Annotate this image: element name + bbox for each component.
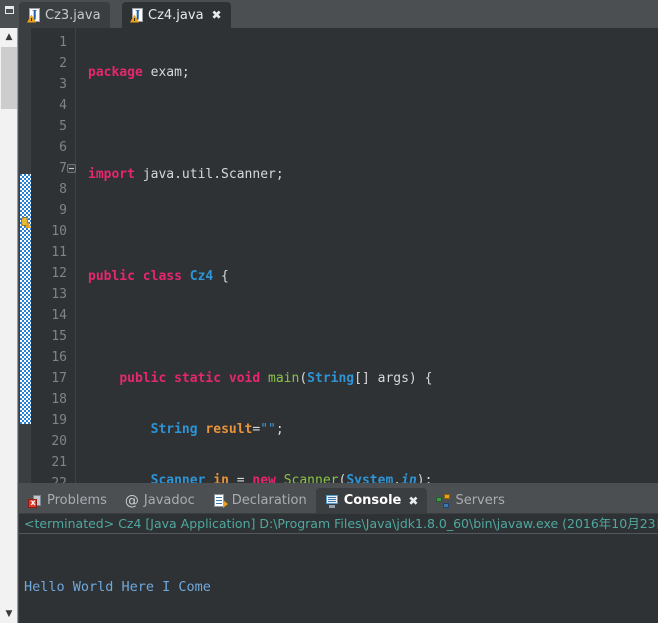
line-number: 11	[51, 245, 67, 260]
code-line-2[interactable]	[77, 113, 658, 134]
code-line-5[interactable]: public class Cz4 {	[77, 266, 658, 287]
line-number: 8	[59, 182, 67, 197]
window-vertical-scrollbar[interactable]: ▲ ▼	[0, 28, 18, 623]
scrollbar-thumb[interactable]	[1, 47, 17, 109]
editor-line-number-gutter: 1 2 3 4 5 6 7 8 9 10 11 12 13 14 15 16 1…	[31, 28, 76, 483]
bottom-view-panel: Problems @ Javadoc Declaration C	[19, 483, 658, 623]
code-line-3[interactable]: import java.util.Scanner;	[77, 164, 658, 185]
line-number: 7	[31, 158, 76, 179]
scrollbar-down-arrow[interactable]: ▼	[0, 605, 18, 623]
editor-code-area[interactable]: package exam; import java.util.Scanner; …	[77, 28, 658, 483]
console-view[interactable]: <terminated> Cz4 [Java Application] D:\P…	[19, 513, 658, 623]
servers-icon-node-2	[444, 493, 451, 499]
console-output[interactable]: Hello World Here I Come Come I Here Worl…	[19, 534, 658, 623]
java-file-icon: J	[130, 7, 143, 23]
line-number: 20	[51, 434, 67, 449]
code-editor[interactable]: 1 2 3 4 5 6 7 8 9 10 11 12 13 14 15 16 1…	[19, 28, 658, 483]
line-number: 15	[51, 329, 67, 344]
code-line-6[interactable]	[77, 317, 658, 338]
line-number: 3	[59, 77, 67, 92]
code-line-7[interactable]: public static void main(String[] args) {	[77, 368, 658, 389]
view-tab-label: Javadoc	[143, 493, 195, 508]
console-icon	[325, 494, 339, 508]
code-line-1[interactable]: package exam;	[77, 62, 658, 83]
line-number: 4	[59, 98, 67, 113]
view-tab-label: Servers	[455, 493, 505, 508]
javadoc-icon: @	[124, 492, 139, 509]
warning-marker-icon[interactable]	[20, 216, 31, 228]
console-icon-stand	[328, 504, 335, 508]
console-launch-status: <terminated> Cz4 [Java Application] D:\P…	[19, 514, 658, 534]
restore-icon-glyph	[4, 6, 14, 14]
code-line-8[interactable]: String result="";	[77, 419, 658, 440]
declaration-icon-lines	[215, 496, 222, 498]
line-number: 14	[51, 308, 67, 323]
line-number: 1	[59, 35, 67, 50]
servers-icon-node-1	[436, 496, 443, 502]
eclipse-ide-window: ▲ ▼ J Cz3.java J Cz4.java ✖ 1 2 3 4 5 6 …	[0, 0, 658, 623]
view-tab-label: Console	[343, 493, 402, 508]
code-line-9[interactable]: Scanner in = new Scanner(System.in);	[77, 470, 658, 483]
close-icon[interactable]: ✖	[212, 9, 222, 21]
editor-tab-cz3[interactable]: J Cz3.java	[19, 2, 110, 28]
line-number: 5	[59, 119, 67, 134]
changed-lines-marker	[20, 174, 31, 424]
console-icon-screen	[325, 494, 338, 504]
editor-tab-cz4[interactable]: J Cz4.java ✖	[122, 2, 231, 28]
declaration-icon	[213, 493, 228, 508]
servers-icon	[436, 493, 451, 508]
scrollbar-up-arrow[interactable]: ▲	[0, 28, 18, 46]
view-tab-problems[interactable]: Problems	[19, 488, 116, 513]
code-fold-collapse-icon[interactable]	[67, 164, 76, 173]
line-number: 16	[51, 350, 67, 365]
view-tab-javadoc[interactable]: @ Javadoc	[116, 488, 204, 513]
close-icon[interactable]: ✖	[408, 494, 418, 508]
view-tab-declaration[interactable]: Declaration	[204, 488, 316, 513]
console-line-input-echo: Hello World Here I Come	[24, 579, 211, 595]
line-number: 18	[51, 392, 67, 407]
editor-marker-bar[interactable]	[19, 28, 31, 483]
servers-icon-node-3	[443, 502, 450, 508]
view-tab-console[interactable]: Console ✖	[315, 488, 428, 513]
declaration-icon-arrow	[222, 499, 228, 508]
view-tab-label: Problems	[47, 493, 107, 508]
editor-tab-bar: J Cz3.java J Cz4.java ✖	[19, 0, 658, 28]
view-tab-servers[interactable]: Servers	[427, 488, 513, 513]
line-number: 10	[51, 224, 67, 239]
problems-icon	[28, 494, 42, 508]
line-number: 9	[59, 203, 67, 218]
line-number: 13	[51, 287, 67, 302]
line-number-text: 7	[59, 161, 67, 176]
editor-tab-label: Cz3.java	[45, 7, 101, 23]
line-number: 19	[51, 413, 67, 428]
restore-icon[interactable]	[2, 3, 16, 17]
line-number: 2	[59, 56, 67, 71]
line-number: 21	[51, 455, 67, 470]
view-tab-bar: Problems @ Javadoc Declaration C	[19, 488, 514, 513]
line-number: 12	[51, 266, 67, 281]
view-tab-label: Declaration	[231, 493, 307, 508]
line-number: 6	[59, 140, 67, 155]
code-line-4[interactable]	[77, 215, 658, 236]
editor-tab-label: Cz4.java	[148, 7, 204, 23]
line-number: 22	[31, 473, 75, 483]
problems-icon-error-badge	[28, 498, 37, 508]
line-number: 17	[51, 371, 67, 386]
java-file-icon: J	[27, 7, 40, 23]
